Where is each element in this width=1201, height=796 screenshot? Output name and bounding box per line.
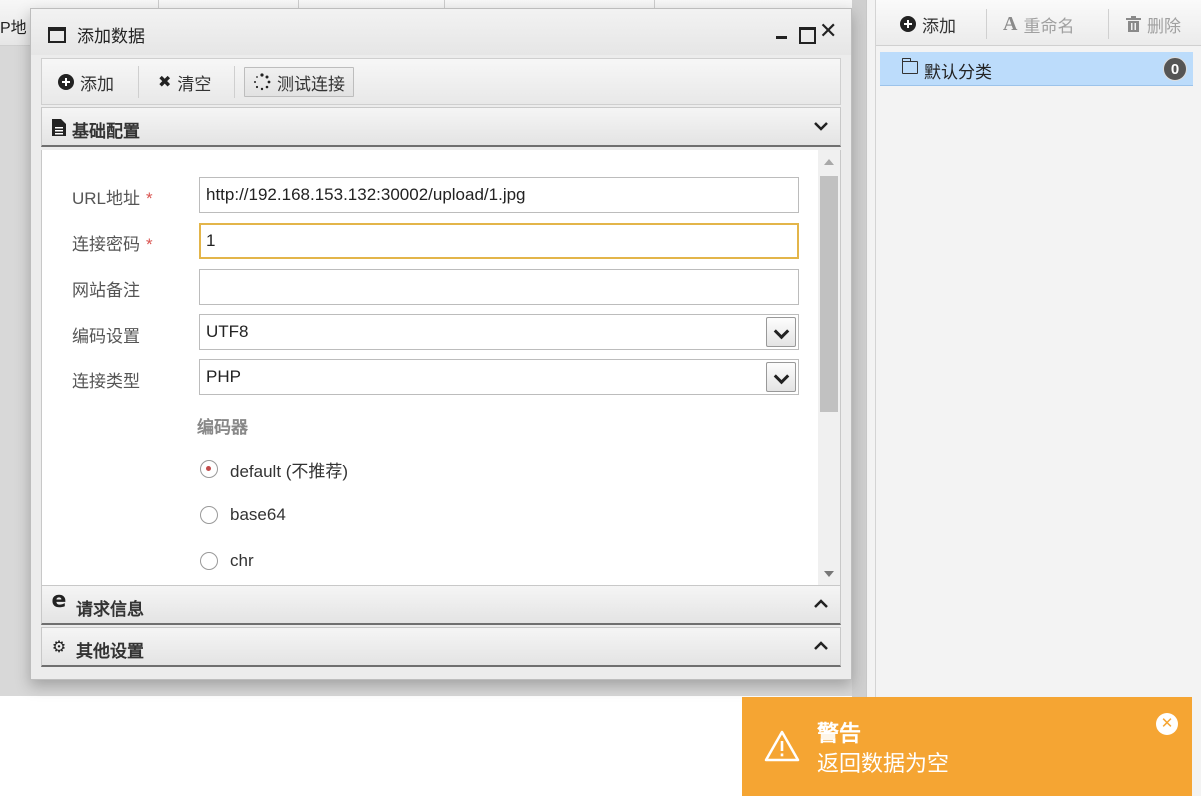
encoder-option-chr[interactable]: chr <box>200 550 254 572</box>
chevron-up-icon <box>812 638 830 656</box>
encoder-option-default[interactable]: default (不推荐) <box>200 458 349 481</box>
gears-icon: ⚙ <box>51 639 67 656</box>
clear-button-label: 清空 <box>177 74 212 94</box>
note-field[interactable] <box>199 269 799 305</box>
folder-icon <box>901 58 918 74</box>
encoder-option-base64[interactable]: base64 <box>200 504 286 526</box>
password-field[interactable]: 1 <box>199 223 799 259</box>
section-title-basic: 基础配置 <box>72 122 140 141</box>
chevron-down-icon[interactable] <box>766 362 796 392</box>
required-mark: * <box>146 235 153 254</box>
category-delete-label: 删除 <box>1147 16 1181 36</box>
background-scroll-strip <box>852 0 866 796</box>
maximize-button[interactable] <box>797 23 816 44</box>
background-header-text: P地 <box>0 20 27 37</box>
spinner-icon <box>254 73 271 91</box>
radio-button[interactable] <box>200 506 218 524</box>
section-title-other: 其他设置 <box>76 642 144 661</box>
radio-button[interactable] <box>200 460 218 478</box>
required-mark: * <box>146 189 153 208</box>
test-connection-label: 测试连接 <box>277 74 345 94</box>
connection-type-select[interactable]: PHP <box>199 359 799 395</box>
encoder-option-label: chr <box>230 551 254 570</box>
category-rename-button[interactable]: A 重命名 <box>1003 12 1074 36</box>
add-button-label: 添加 <box>80 74 114 94</box>
toast-close-button[interactable]: ✕ <box>1156 713 1178 735</box>
dialog-title-bar[interactable]: 添加数据 ✕ <box>31 9 851 55</box>
toolbar-divider <box>138 66 139 98</box>
test-connection-button[interactable]: 测试连接 <box>244 67 354 97</box>
edge-browser-icon: e <box>51 588 67 613</box>
plus-circle-icon <box>58 74 74 90</box>
add-data-dialog: 添加数据 ✕ 添加 ✖ 清空 测试连接 基础配置 URL地址 * http://… <box>30 8 852 680</box>
radio-button[interactable] <box>200 552 218 570</box>
panel-border <box>875 0 876 796</box>
chevron-down-icon <box>812 118 830 136</box>
encoder-option-label: base64 <box>230 505 286 524</box>
section-header-other[interactable]: ⚙ 其他设置 <box>41 627 841 667</box>
category-toolbar: 添加 A 重命名 删除 <box>876 0 1201 46</box>
section-title-request: 请求信息 <box>76 600 144 619</box>
type-value: PHP <box>206 367 241 386</box>
window-icon <box>48 27 66 43</box>
chevron-down-icon[interactable] <box>766 317 796 347</box>
basic-config-panel: URL地址 * http://192.168.153.132:30002/uplo… <box>41 150 841 586</box>
warning-toast: 警告 返回数据为空 ✕ <box>742 697 1192 796</box>
dialog-toolbar: 添加 ✖ 清空 测试连接 <box>41 58 841 105</box>
encoding-select[interactable]: UTF8 <box>199 314 799 350</box>
toast-message: 返回数据为空 <box>817 751 950 776</box>
type-label: 连接类型 <box>72 372 140 391</box>
toolbar-divider <box>1108 9 1109 39</box>
count-badge: 0 <box>1163 57 1187 81</box>
category-add-label: 添加 <box>922 16 956 36</box>
close-button[interactable]: ✕ <box>819 20 837 42</box>
column-divider <box>298 0 299 8</box>
column-divider <box>158 0 159 8</box>
url-label: URL地址 * <box>72 184 153 209</box>
toolbar-divider <box>986 9 987 39</box>
section-header-request[interactable]: e 请求信息 <box>41 585 841 625</box>
category-item-label: 默认分类 <box>924 63 992 82</box>
url-label-text: URL地址 <box>72 189 141 208</box>
category-delete-button[interactable]: 删除 <box>1126 12 1181 36</box>
category-item-default[interactable]: 默认分类 0 <box>880 52 1193 86</box>
trash-icon <box>1126 16 1141 32</box>
category-panel: 添加 A 重命名 删除 默认分类 0 <box>866 0 1201 796</box>
vertical-scrollbar[interactable] <box>818 150 840 586</box>
category-rename-label: 重命名 <box>1023 16 1075 36</box>
encoder-section-label: 编码器 <box>197 418 248 437</box>
encoder-option-label: default (不推荐) <box>230 461 349 481</box>
column-divider <box>654 0 655 8</box>
x-icon: ✖ <box>158 74 172 91</box>
add-button[interactable]: 添加 <box>50 67 122 97</box>
scroll-down-arrow-icon[interactable] <box>824 571 834 577</box>
password-label: 连接密码 * <box>72 230 153 255</box>
password-label-text: 连接密码 <box>72 235 140 254</box>
encoding-value: UTF8 <box>206 322 249 341</box>
dialog-title: 添加数据 <box>77 27 145 46</box>
scroll-thumb[interactable] <box>820 176 838 412</box>
encoding-label: 编码设置 <box>72 327 140 346</box>
category-add-button[interactable]: 添加 <box>900 12 956 36</box>
scroll-up-arrow-icon[interactable] <box>824 159 834 165</box>
font-icon: A <box>1003 12 1018 35</box>
section-header-basic[interactable]: 基础配置 <box>41 107 841 147</box>
document-icon <box>50 119 68 137</box>
url-field[interactable]: http://192.168.153.132:30002/upload/1.jp… <box>199 177 799 213</box>
warning-icon <box>764 730 800 762</box>
plus-circle-icon <box>900 16 916 32</box>
chevron-up-icon <box>812 596 830 614</box>
clear-button[interactable]: ✖ 清空 <box>150 67 219 97</box>
minimize-button[interactable] <box>773 23 791 41</box>
column-divider <box>444 0 445 8</box>
toolbar-divider <box>234 66 235 98</box>
toast-title: 警告 <box>817 721 862 746</box>
note-label: 网站备注 <box>72 281 140 300</box>
